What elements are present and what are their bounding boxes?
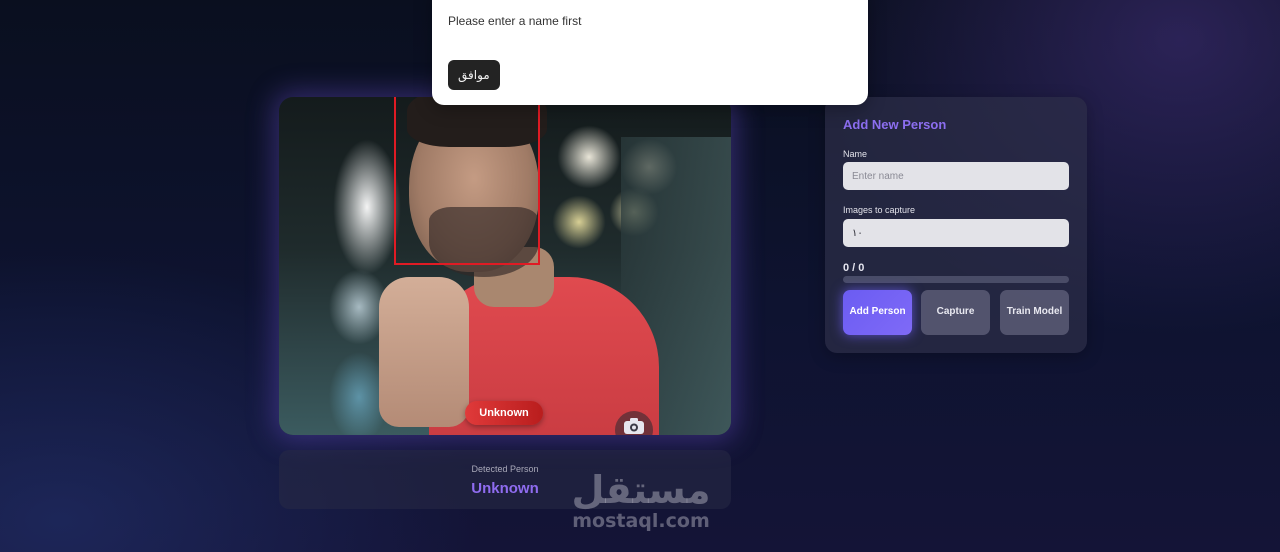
watermark-latin: mostaql.com [572,510,710,532]
images-label: Images to capture [843,205,916,215]
add-person-panel: Add New Person Name Images to capture 0 … [825,97,1087,353]
watermark-arabic: مستقل [571,468,711,512]
train-model-button[interactable]: Train Model [1000,290,1069,335]
name-label: Name [843,149,868,159]
capture-progress-bar [843,276,1069,283]
camera-switch-icon [624,418,644,434]
name-input[interactable] [843,162,1069,190]
alert-ok-button[interactable]: موافق [448,60,500,90]
camera-feed: Unknown [279,97,731,435]
progress-text: 0 / 0 [843,262,865,274]
capture-button[interactable]: Capture [921,290,990,335]
watermark-logo: مستقل mostaql.com [566,470,716,532]
face-detection-box [394,97,540,265]
detection-label-badge: Unknown [465,401,543,425]
person-hand [379,277,469,427]
add-person-button[interactable]: Add Person [843,290,912,335]
alert-message: Please enter a name first [448,14,582,28]
panel-title: Add New Person [843,117,947,132]
images-count-input[interactable] [843,219,1069,247]
alert-dialog: Please enter a name first موافق [432,0,868,105]
